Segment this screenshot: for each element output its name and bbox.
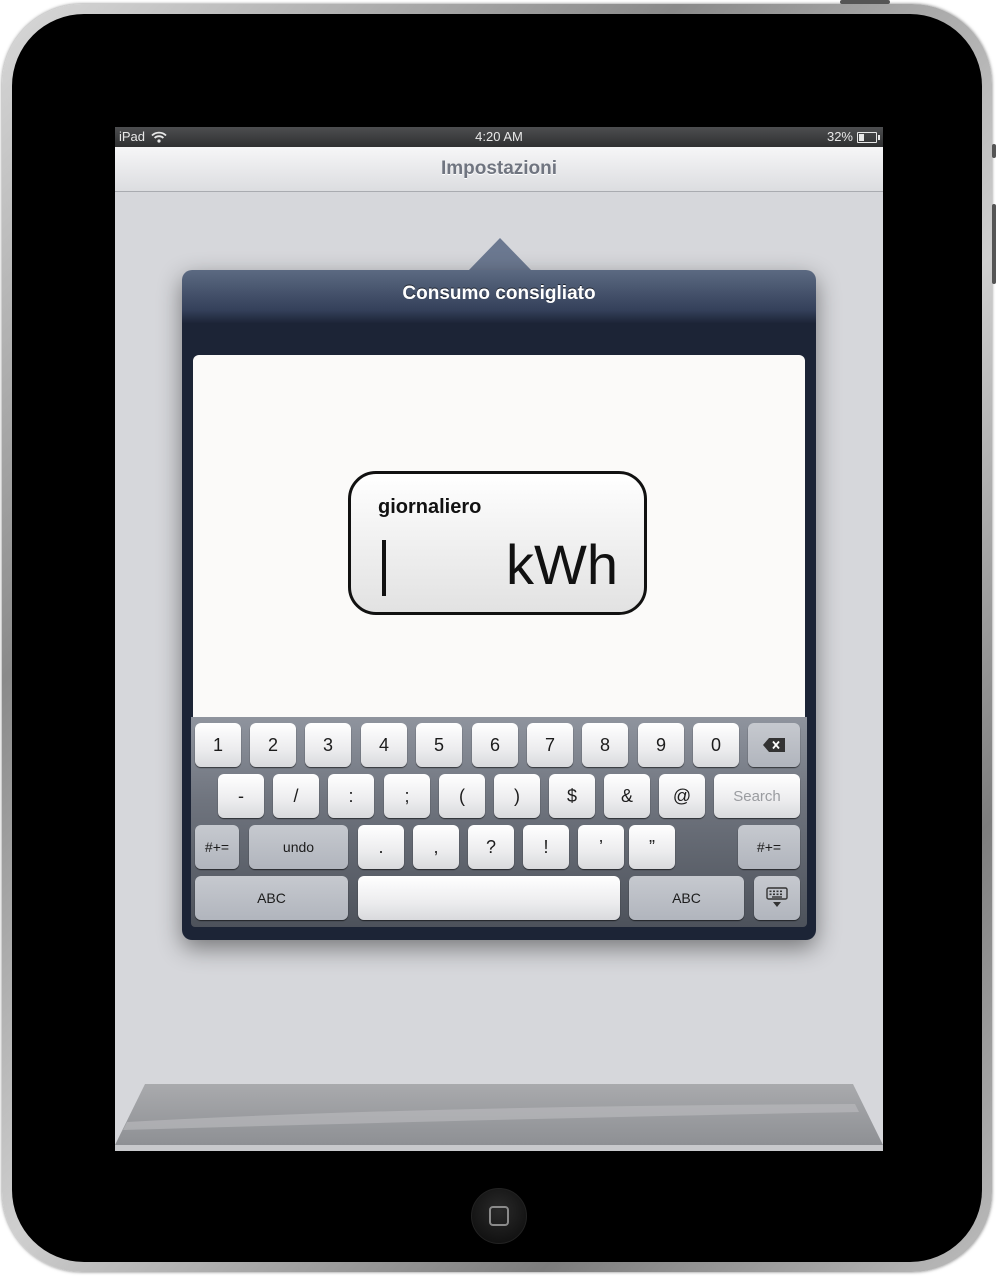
- popover: Consumo consigliato giornaliero kWh 1 2 …: [182, 270, 816, 940]
- key-2[interactable]: 2: [250, 723, 296, 767]
- home-button[interactable]: [471, 1188, 527, 1244]
- consumption-input[interactable]: giornaliero kWh: [348, 471, 647, 615]
- key-quote[interactable]: ”: [629, 825, 675, 869]
- popover-arrow: [468, 238, 532, 271]
- sleep-button: [840, 0, 890, 4]
- key-9[interactable]: 9: [638, 723, 684, 767]
- popover-content: giornaliero kWh: [193, 355, 805, 720]
- undo-key[interactable]: undo: [249, 825, 348, 869]
- keyboard: 1 2 3 4 5 6 7 8 9 0 - / : ; ( ) $ & @ Se…: [191, 717, 807, 927]
- text-cursor: [382, 540, 386, 596]
- more-symbols-key-right[interactable]: #+=: [738, 825, 800, 869]
- key-7[interactable]: 7: [527, 723, 573, 767]
- key-3[interactable]: 3: [305, 723, 351, 767]
- keyboard-dismiss-key[interactable]: [754, 876, 800, 920]
- keyboard-dismiss-icon: [766, 887, 788, 907]
- field-label: giornaliero: [378, 496, 482, 518]
- key-question[interactable]: ?: [468, 825, 514, 869]
- search-key[interactable]: Search: [714, 774, 800, 818]
- key-comma[interactable]: ,: [413, 825, 459, 869]
- key-dollar[interactable]: $: [549, 774, 595, 818]
- key-4[interactable]: 4: [361, 723, 407, 767]
- abc-key-right[interactable]: ABC: [629, 876, 744, 920]
- key-1[interactable]: 1: [195, 723, 241, 767]
- key-ampersand[interactable]: &: [604, 774, 650, 818]
- page-title: Impostazioni: [440, 158, 558, 179]
- field-unit: kWh: [506, 533, 618, 596]
- key-at[interactable]: @: [659, 774, 705, 818]
- screen: iPad 4:20 AM 32% Impostazioni Consumo co…: [115, 127, 883, 1151]
- home-square-icon: [489, 1206, 509, 1226]
- battery-percent: 32%: [826, 129, 853, 144]
- more-symbols-key-left[interactable]: #+=: [195, 825, 239, 869]
- navigation-bar: Impostazioni: [115, 147, 883, 192]
- backspace-key[interactable]: [748, 723, 800, 767]
- key-exclamation[interactable]: !: [523, 825, 569, 869]
- key-open-paren[interactable]: (: [439, 774, 485, 818]
- status-bar: iPad 4:20 AM 32%: [115, 127, 883, 147]
- key-hyphen[interactable]: -: [218, 774, 264, 818]
- key-colon[interactable]: :: [328, 774, 374, 818]
- backspace-icon: [763, 738, 785, 752]
- status-time: 4:20 AM: [475, 129, 523, 144]
- popover-title: Consumo consigliato: [402, 283, 596, 304]
- key-close-paren[interactable]: ): [494, 774, 540, 818]
- key-8[interactable]: 8: [582, 723, 628, 767]
- key-period[interactable]: .: [358, 825, 404, 869]
- key-5[interactable]: 5: [416, 723, 462, 767]
- bottom-shelf: [115, 1084, 883, 1151]
- key-semicolon[interactable]: ;: [384, 774, 430, 818]
- key-slash[interactable]: /: [273, 774, 319, 818]
- key-0[interactable]: 0: [693, 723, 739, 767]
- mute-switch: [992, 204, 996, 284]
- space-key[interactable]: [358, 876, 620, 920]
- abc-key-left[interactable]: ABC: [195, 876, 348, 920]
- key-6[interactable]: 6: [472, 723, 518, 767]
- battery-icon: [857, 131, 880, 143]
- volume-rocker: [992, 144, 996, 158]
- key-apostrophe[interactable]: ’: [578, 825, 624, 869]
